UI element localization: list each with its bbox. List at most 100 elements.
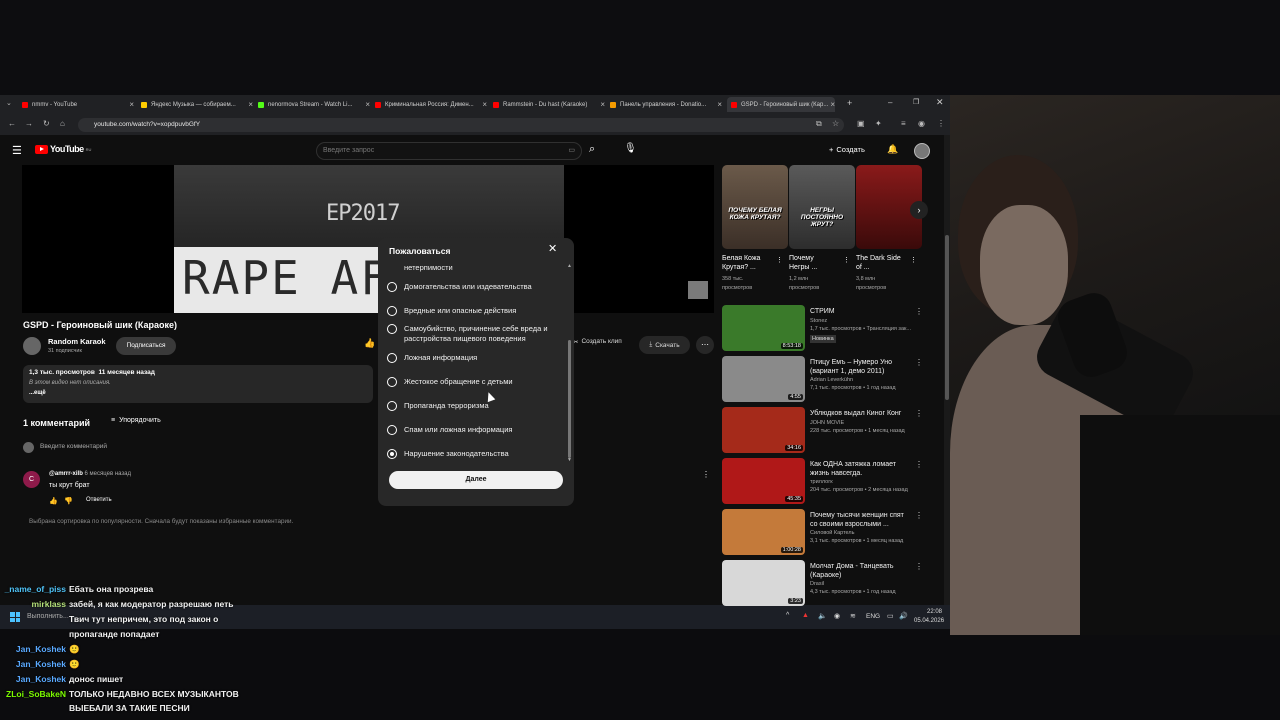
report-option[interactable]: Домогательства или издевательства (387, 282, 532, 292)
radio-button[interactable] (387, 377, 397, 387)
address-bar[interactable]: youtube.com/watch?v=xopdpuvbGfY (78, 118, 844, 132)
related-thumbnail[interactable]: 45:35 (722, 458, 805, 504)
report-dialog-scrollbar[interactable] (568, 340, 571, 458)
related-channel[interactable]: Drasil (810, 580, 824, 588)
commenter-avatar[interactable]: С (23, 471, 40, 488)
report-option[interactable]: Жестокое обращение с детьми (387, 377, 513, 387)
tab-close-icon[interactable]: × (600, 100, 605, 109)
tab-close-icon[interactable]: × (365, 100, 370, 109)
new-tab-icon[interactable]: + (847, 98, 852, 108)
radio-button[interactable] (387, 449, 397, 459)
tray-app-icon[interactable]: ▲ (802, 612, 809, 619)
tray-speaker-icon[interactable]: 🔈 (818, 612, 827, 620)
scroll-up-icon[interactable]: ▲ (567, 263, 572, 269)
home-icon[interactable]: ⌂ (60, 119, 65, 128)
related-menu-icon[interactable]: ⋮ (915, 358, 923, 367)
sidebar-icon[interactable]: ≡ (901, 119, 906, 128)
show-more-link[interactable]: ...ещё (29, 390, 46, 396)
tab-close-icon[interactable]: × (717, 100, 722, 109)
search-icon[interactable]: ⌕ (589, 143, 595, 156)
short-title-1[interactable]: Белая Кожа Крутая? ... (722, 254, 778, 272)
create-button[interactable]: + Создать (829, 145, 865, 154)
comment-menu-icon[interactable]: ⋮ (702, 470, 710, 479)
tray-app-icon[interactable]: ◉ (834, 612, 840, 620)
short-menu-icon[interactable]: ⋮ (843, 256, 850, 264)
profile-icon[interactable]: ◉ (918, 119, 925, 128)
browser-tab[interactable]: GSPD - Героиновый шик (Кар... × (727, 97, 835, 112)
page-scrollbar-thumb[interactable] (945, 235, 949, 400)
related-thumbnail[interactable]: 1:00:28 (722, 509, 805, 555)
tab-close-icon[interactable]: × (248, 100, 253, 109)
related-menu-icon[interactable]: ⋮ (915, 307, 923, 316)
keyboard-icon[interactable]: ▭ (568, 143, 575, 159)
tray-monitor-icon[interactable]: ▭ (887, 612, 894, 620)
chat-username[interactable]: _name_of_piss (0, 584, 66, 594)
browser-tab[interactable]: Rammstein - Du hast (Karaoke) × (493, 97, 605, 112)
related-channel[interactable]: Stonez (810, 317, 827, 325)
related-thumbnail[interactable]: 8:53:18 (722, 305, 805, 351)
report-option[interactable]: Нарушение законодательства (387, 449, 509, 459)
reload-icon[interactable]: ↻ (43, 119, 50, 128)
next-button[interactable]: Далее (389, 471, 563, 489)
clock-date[interactable]: 05.04.2026 (914, 618, 944, 624)
browser-tab[interactable]: Яндекс Музыка — собираем... × (141, 97, 253, 112)
related-thumbnail[interactable]: 3:23 (722, 560, 805, 606)
tray-wifi-icon[interactable]: ≋ (850, 612, 856, 620)
hamburger-menu-icon[interactable]: ☰ (12, 144, 22, 157)
chat-username[interactable]: Jan_Koshek (0, 659, 66, 669)
radio-button[interactable] (387, 425, 397, 435)
microphone-icon[interactable]: 🎙 (624, 143, 637, 154)
related-title[interactable]: Почему тысячи женщин спят со своими взрос… (810, 511, 910, 529)
chat-username[interactable]: Jan_Koshek (0, 674, 66, 684)
minimize-icon[interactable]: – (888, 98, 892, 107)
related-menu-icon[interactable]: ⋮ (915, 460, 923, 469)
related-title[interactable]: СТРИМ (810, 307, 910, 316)
related-thumbnail[interactable]: 34:16 (722, 407, 805, 453)
window-close-icon[interactable]: ✕ (936, 97, 944, 108)
related-channel[interactable]: Силовой Картель (810, 529, 855, 537)
related-channel[interactable]: триллогк (810, 478, 833, 486)
channel-avatar[interactable] (23, 337, 41, 355)
comment-author[interactable]: @amrrr-xilb (49, 471, 83, 477)
related-channel[interactable]: Adrian Leverkühn (810, 376, 853, 384)
install-icon[interactable]: ⧉ (816, 119, 822, 129)
browser-tab[interactable]: nmmv - YouTube × (22, 97, 134, 112)
clock-time[interactable]: 22:08 (927, 609, 942, 615)
close-icon[interactable]: ✕ (548, 242, 557, 255)
channel-name[interactable]: Random Karaok (48, 337, 106, 346)
search-input[interactable]: Введите запрос ▭ (316, 142, 582, 160)
related-title[interactable]: Птицу Емъ – Нумеро Уно (вариант 1, демо 2… (810, 358, 910, 376)
radio-button[interactable] (387, 401, 397, 411)
back-icon[interactable]: ← (8, 119, 16, 128)
short-title-3[interactable]: The Dark Side of ... (856, 254, 902, 272)
puzzle-icon[interactable]: ✦ (875, 119, 882, 128)
browser-tab[interactable]: Панель управления - Donatio... × (610, 97, 722, 112)
account-avatar[interactable] (914, 143, 930, 159)
related-thumbnail[interactable]: 4:55 (722, 356, 805, 402)
menu-dots-icon[interactable]: ⋮ (937, 119, 945, 128)
related-menu-icon[interactable]: ⋮ (915, 409, 923, 418)
youtube-logo[interactable]: YouTube RU (35, 144, 91, 154)
related-channel[interactable]: JOHN MOVIE (810, 419, 844, 427)
radio-button[interactable] (387, 353, 397, 363)
like-icon[interactable]: 👍 (364, 338, 375, 349)
browser-tab[interactable]: nenormova Stream - Watch Li... × (258, 97, 370, 112)
related-menu-icon[interactable]: ⋮ (915, 562, 923, 571)
comment-like-icon[interactable]: 👍 (49, 497, 58, 505)
notifications-bell-icon[interactable]: 🔔 (887, 144, 898, 155)
tab-close-icon[interactable]: × (129, 100, 134, 109)
more-actions-icon[interactable]: ⋯ (696, 336, 714, 354)
radio-button[interactable] (387, 306, 397, 316)
tray-volume-icon[interactable]: 🔊 (899, 612, 908, 620)
radio-button[interactable] (387, 324, 397, 334)
radio-button[interactable] (387, 282, 397, 292)
report-option[interactable]: Пропаганда терроризма (387, 401, 489, 411)
extension-icon[interactable]: ▣ (857, 119, 865, 128)
short-menu-icon[interactable]: ⋮ (776, 256, 783, 264)
tab-close-icon[interactable]: × (830, 100, 835, 109)
short-title-2[interactable]: Почему Негры ... (789, 254, 835, 272)
report-option[interactable]: Ложная информация (387, 353, 477, 363)
download-button[interactable]: ⤓ Скачать (639, 336, 690, 354)
maximize-icon[interactable]: ❐ (913, 98, 919, 106)
language-indicator[interactable]: ENG (866, 613, 880, 620)
